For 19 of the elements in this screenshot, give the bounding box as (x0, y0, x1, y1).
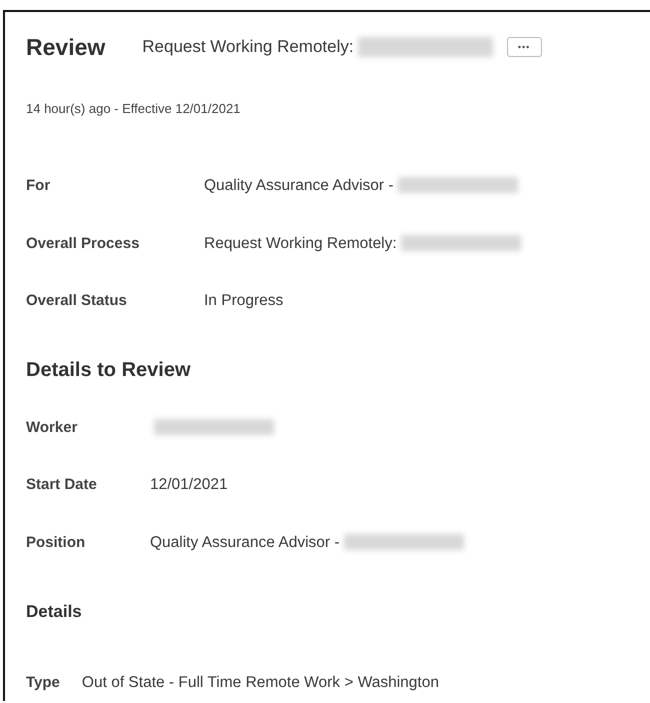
field-value: In Progress (204, 292, 284, 310)
field-label: Overall Process (26, 234, 140, 254)
timestamp-text: 14 hour(s) ago - Effective 12/01/2021 (26, 101, 242, 116)
field-label: Type (26, 674, 60, 692)
field-label: Start Date (26, 476, 98, 495)
section-heading: Details (26, 602, 83, 622)
page-subtitle: Request Working Remotely: (142, 37, 354, 57)
field-label: Position (26, 534, 86, 552)
section-heading: Details to Review (26, 358, 192, 382)
field-label: Worker (26, 418, 78, 438)
field-label: Overall Status (26, 292, 128, 311)
field-value: Request Working Remotely: (204, 234, 397, 252)
field-value: Quality Assurance Advisor - (204, 177, 394, 195)
field-label: For (26, 177, 52, 196)
field-value: Quality Assurance Advisor - (150, 534, 340, 552)
page-title: Review (26, 34, 106, 60)
more-button[interactable]: ••• (506, 37, 542, 57)
field-value: Out of State - Full Time Remote Work > Washington (82, 674, 439, 692)
field-value: 12/01/2021 (150, 476, 228, 494)
